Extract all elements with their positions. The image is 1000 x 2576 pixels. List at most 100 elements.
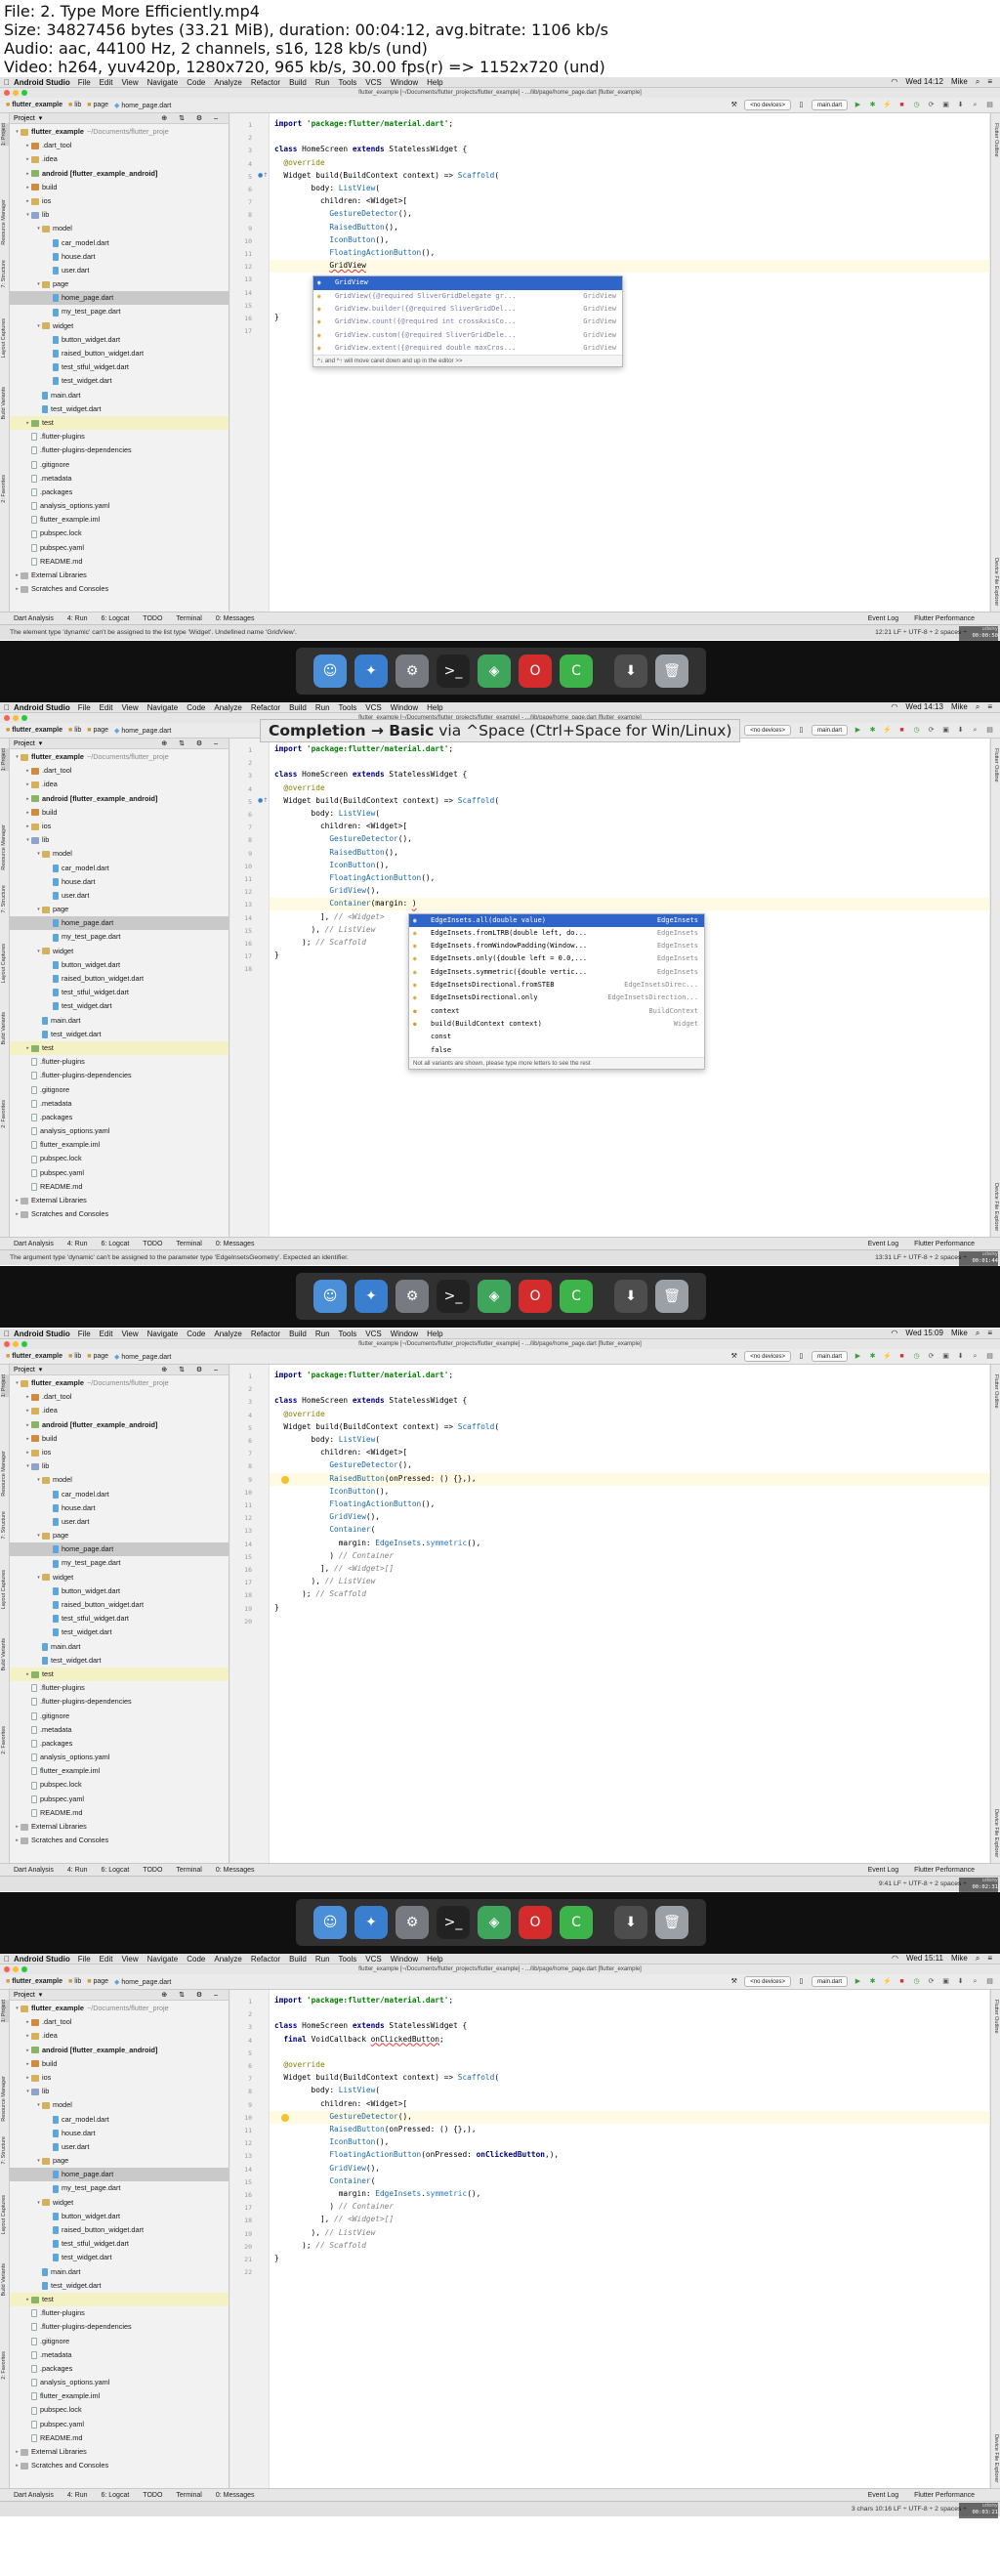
bottom-tool-tab[interactable]: Terminal (176, 1241, 201, 1247)
bottom-right-tool-tab[interactable]: Event Log (868, 2492, 899, 2499)
dock-app-safari-icon[interactable]: ✦ (354, 1280, 388, 1313)
code-line[interactable]: Widget build(BuildContext context) => Sc… (274, 171, 499, 180)
menu-tools[interactable]: Tools (339, 1955, 357, 1964)
expand-arrow-icon[interactable]: ▸ (24, 1390, 31, 1404)
project-view-dropdown[interactable]: Project (14, 113, 35, 123)
tree-item[interactable]: raised_button_widget.dart (10, 1598, 229, 1612)
code-line[interactable]: class HomeScreen extends StatelessWidget… (274, 2021, 467, 2030)
tool-tab-1[interactable]: Resource Manager (1, 824, 9, 870)
user-menu[interactable]: Mike (951, 1954, 968, 1964)
menu-edit[interactable]: Edit (100, 78, 113, 87)
expand-arrow-icon[interactable]: ▸ (14, 582, 21, 596)
tree-item[interactable]: .packages (10, 1111, 229, 1124)
profile-icon[interactable]: ◷ (912, 101, 921, 109)
menu-navigate[interactable]: Navigate (147, 1955, 179, 1964)
bottom-right-tool-tab[interactable]: Event Log (868, 1867, 899, 1874)
menu-vcs[interactable]: VCS (365, 78, 381, 87)
right-tool-tab-1[interactable]: Device File Explorer (991, 558, 999, 606)
expand-arrow-icon[interactable]: ▸ (24, 1446, 31, 1459)
hot-reload-icon[interactable]: ⚡ (883, 101, 892, 109)
tree-item[interactable]: user.dart (10, 1515, 229, 1529)
menu-refactor[interactable]: Refactor (251, 703, 280, 712)
dock-app-camtasia-icon[interactable]: C (560, 1280, 593, 1313)
tree-item[interactable]: ▸ .idea (10, 1404, 229, 1417)
code-editor[interactable]: 1 import 'package:flutter/material.dart';… (230, 113, 989, 612)
bottom-tool-tab[interactable]: Terminal (176, 1867, 201, 1874)
chevron-down-icon[interactable]: ▾ (39, 113, 43, 123)
tree-item[interactable]: .packages (10, 486, 229, 499)
code-line[interactable]: body: ListView( (274, 2086, 380, 2094)
sync-icon[interactable]: ⟳ (927, 1352, 936, 1361)
tree-item[interactable]: ▸ ios (10, 2071, 229, 2085)
code-line[interactable]: GestureDetector(), (274, 834, 412, 843)
code-line[interactable]: RaisedButton(), (274, 848, 397, 857)
tree-item[interactable]: pubspec.lock (10, 527, 229, 540)
menu-build[interactable]: Build (289, 703, 307, 712)
tree-item[interactable]: .metadata (10, 1723, 229, 1737)
bottom-right-tool-tab[interactable]: Flutter Performance (914, 1241, 975, 1247)
app-menu[interactable]: Android Studio (14, 703, 70, 712)
breadcrumb-file[interactable]: ◆ home_page.dart (114, 1978, 171, 1986)
tree-item[interactable]: main.dart (10, 1014, 229, 1028)
tool-tab-5[interactable]: 2: Favorites (1, 1726, 9, 1754)
expand-arrow-icon[interactable]: ▸ (24, 792, 31, 806)
bottom-right-tool-tab[interactable]: Flutter Performance (914, 2492, 975, 2499)
profile-icon[interactable]: ◷ (912, 1977, 921, 1986)
clock[interactable]: Wed 15:11 (906, 1954, 943, 1964)
tree-item[interactable]: ▸ build (10, 1432, 229, 1446)
code-line[interactable]: RaisedButton(onPressed: () {},), (274, 2125, 476, 2133)
menu-vcs[interactable]: VCS (365, 703, 381, 712)
code-line[interactable]: } (274, 1603, 279, 1612)
run-config-selector[interactable]: main.dart (811, 1976, 848, 1987)
tree-item[interactable]: house.dart (10, 250, 229, 264)
dock-app-finder-icon[interactable]: ☺ (313, 1280, 347, 1313)
tree-item[interactable]: raised_button_widget.dart (10, 972, 229, 986)
expand-arrow-icon[interactable]: ▸ (24, 2029, 31, 2043)
expand-arrow-icon[interactable]: ▸ (24, 152, 31, 166)
status-message[interactable]: The element type 'dynamic' can't be assi… (10, 629, 297, 636)
dock-app-finder-icon[interactable]: ☺ (313, 1906, 347, 1939)
panel-actions-icons[interactable]: ⊕ ⇅ ⚙ – (161, 113, 229, 123)
menu-file[interactable]: File (78, 1330, 91, 1338)
breadcrumb-project[interactable]: ■ flutter_example (6, 1353, 62, 1360)
expand-arrow-icon[interactable]: ▸ (24, 1418, 31, 1432)
tree-item[interactable]: ▸ android [flutter_example_android] (10, 792, 229, 806)
sync-icon[interactable]: ⟳ (927, 726, 936, 735)
right-tool-tab-0[interactable]: Flutter Outline (991, 748, 999, 782)
completion-item[interactable]: ◉ GridView.builder({@required SliverGridD… (313, 303, 622, 316)
tool-tab-2[interactable]: 7: Structure (1, 2136, 9, 2164)
code-editor[interactable]: 1 import 'package:flutter/material.dart';… (230, 1990, 989, 2488)
expand-arrow-icon[interactable]: ▸ (24, 2044, 31, 2057)
completion-item[interactable]: const (409, 1031, 704, 1043)
dock-app-android-studio-icon[interactable]: ◈ (478, 655, 511, 688)
tree-item[interactable]: pubspec.yaml (10, 541, 229, 555)
completion-item[interactable]: ◉ GridView({@required SliverGridDelegate … (313, 290, 622, 303)
tree-item[interactable]: test_widget.dart (10, 402, 229, 416)
tree-item[interactable]: ▸ android [flutter_example_android] (10, 167, 229, 181)
menu-help[interactable]: Help (427, 1955, 442, 1964)
bottom-tool-tab[interactable]: TODO (143, 1241, 162, 1247)
expand-arrow-icon[interactable]: ▸ (14, 569, 21, 582)
menu-refactor[interactable]: Refactor (251, 1330, 280, 1338)
bottom-tool-tab[interactable]: 4: Run (67, 1241, 88, 1247)
bottom-tool-tab[interactable]: 4: Run (67, 615, 88, 622)
tree-item[interactable]: ▸ android [flutter_example_android] (10, 2044, 229, 2057)
menu-icon[interactable]: ≡ (987, 1329, 992, 1338)
code-line[interactable]: } (274, 2254, 279, 2262)
debug-icon[interactable]: ✱ (868, 101, 877, 109)
tree-item[interactable]: ▾ page (10, 277, 229, 291)
breadcrumb-project[interactable]: ■ flutter_example (6, 102, 62, 108)
bottom-tool-tab[interactable]: 6: Logcat (101, 1867, 129, 1874)
expand-arrow-icon[interactable]: ▸ (24, 1404, 31, 1417)
status-message[interactable]: The argument type 'dynamic' can't be ass… (10, 1254, 349, 1261)
tree-item[interactable]: ▾ widget (10, 319, 229, 333)
stop-icon[interactable]: ■ (897, 1352, 906, 1361)
menu-window[interactable]: Window (391, 1955, 418, 1964)
tree-item[interactable]: .gitignore (10, 2335, 229, 2348)
tree-item[interactable]: ▸ .dart_tool (10, 1390, 229, 1404)
tree-item[interactable]: button_widget.dart (10, 2210, 229, 2223)
bottom-tool-tab[interactable]: 6: Logcat (101, 1241, 129, 1247)
menu-analyze[interactable]: Analyze (214, 78, 241, 87)
tree-item[interactable]: ▸ External Libraries (10, 1194, 229, 1207)
tree-item[interactable]: pubspec.lock (10, 1778, 229, 1792)
